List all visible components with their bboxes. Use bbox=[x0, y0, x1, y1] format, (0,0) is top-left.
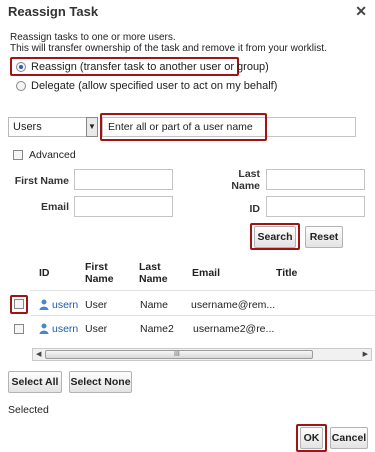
reset-button[interactable]: Reset bbox=[305, 226, 343, 248]
scroll-right-icon[interactable]: ▶ bbox=[363, 349, 368, 360]
reassign-label: Reassign (transfer task to another user … bbox=[31, 61, 269, 73]
row-2-email: username2@re... bbox=[193, 323, 275, 335]
description-line-1: Reassign tasks to one or more users. bbox=[10, 32, 176, 43]
delegate-label: Delegate (allow specified user to act on… bbox=[31, 80, 278, 92]
row-1-last-name: Name bbox=[140, 299, 169, 311]
delegate-option[interactable]: Delegate (allow specified user to act on… bbox=[16, 80, 277, 92]
column-header-last-name-line-1: Last bbox=[139, 261, 161, 273]
column-header-first-name-line-1: First bbox=[85, 261, 108, 273]
row-1-id-link[interactable]: usern bbox=[52, 299, 78, 311]
table-divider bbox=[30, 315, 375, 316]
scrollbar-thumb[interactable]: III bbox=[45, 350, 313, 359]
last-name-label-line-2: Name bbox=[231, 180, 260, 192]
description-line-2: This will transfer ownership of the task… bbox=[10, 43, 327, 54]
last-name-label-line-1: Last bbox=[238, 168, 260, 180]
email-input[interactable] bbox=[74, 196, 173, 217]
column-header-first-name-line-2: Name bbox=[85, 273, 114, 285]
column-header-email[interactable]: Email bbox=[192, 267, 220, 279]
dialog-description: Reassign tasks to one or more users. Thi… bbox=[10, 32, 327, 54]
row-2-id-link[interactable]: usern bbox=[52, 323, 78, 335]
last-name-label: Last Name bbox=[222, 168, 260, 192]
ok-button[interactable]: OK bbox=[300, 427, 323, 449]
row-2-checkbox[interactable] bbox=[14, 324, 24, 334]
column-header-last-name-line-2: Name bbox=[139, 273, 168, 285]
first-name-label: First Name bbox=[14, 175, 69, 187]
user-search-highlight-box bbox=[100, 113, 267, 141]
advanced-checkbox[interactable] bbox=[13, 150, 23, 160]
last-name-input[interactable] bbox=[266, 169, 365, 190]
cancel-button[interactable]: Cancel bbox=[330, 427, 368, 449]
select-all-button[interactable]: Select All bbox=[8, 371, 62, 393]
row-2-last-name: Name2 bbox=[140, 323, 174, 335]
search-button[interactable]: Search bbox=[254, 226, 296, 248]
row-1-checkbox[interactable] bbox=[14, 299, 24, 309]
search-type-value: Users bbox=[13, 121, 42, 133]
row-2-first-name: User bbox=[85, 323, 108, 335]
search-type-select[interactable]: Users bbox=[8, 117, 98, 137]
scrollbar-grip-icon: III bbox=[174, 351, 180, 358]
table-horizontal-scrollbar[interactable]: ◀ III ▶ bbox=[32, 348, 372, 361]
close-icon[interactable]: ✕ bbox=[355, 3, 367, 20]
id-label: ID bbox=[249, 203, 261, 215]
id-input[interactable] bbox=[266, 196, 365, 217]
delegate-radio[interactable] bbox=[16, 81, 26, 91]
chevron-down-icon[interactable]: ▼ bbox=[86, 117, 98, 137]
scroll-left-icon[interactable]: ◀ bbox=[36, 349, 41, 360]
user-icon bbox=[39, 299, 49, 310]
table-divider bbox=[30, 290, 375, 291]
row-1-email: username@rem... bbox=[191, 299, 276, 311]
select-none-button[interactable]: Select None bbox=[69, 371, 132, 393]
first-name-input[interactable] bbox=[74, 169, 173, 190]
email-label: Email bbox=[40, 201, 69, 213]
advanced-label: Advanced bbox=[29, 149, 76, 161]
column-header-first-name[interactable]: First Name bbox=[85, 261, 114, 285]
column-header-id[interactable]: ID bbox=[39, 267, 50, 279]
selected-label: Selected bbox=[8, 404, 49, 416]
reassign-option[interactable]: Reassign (transfer task to another user … bbox=[16, 61, 269, 73]
row-1-first-name: User bbox=[85, 299, 108, 311]
column-header-title[interactable]: Title bbox=[276, 267, 297, 279]
user-icon bbox=[39, 323, 49, 334]
dialog-title: Reassign Task bbox=[8, 4, 99, 19]
dialog-titlebar: Reassign Task ✕ bbox=[0, 0, 375, 22]
column-header-last-name[interactable]: Last Name bbox=[139, 261, 168, 285]
reassign-radio[interactable] bbox=[16, 62, 26, 72]
